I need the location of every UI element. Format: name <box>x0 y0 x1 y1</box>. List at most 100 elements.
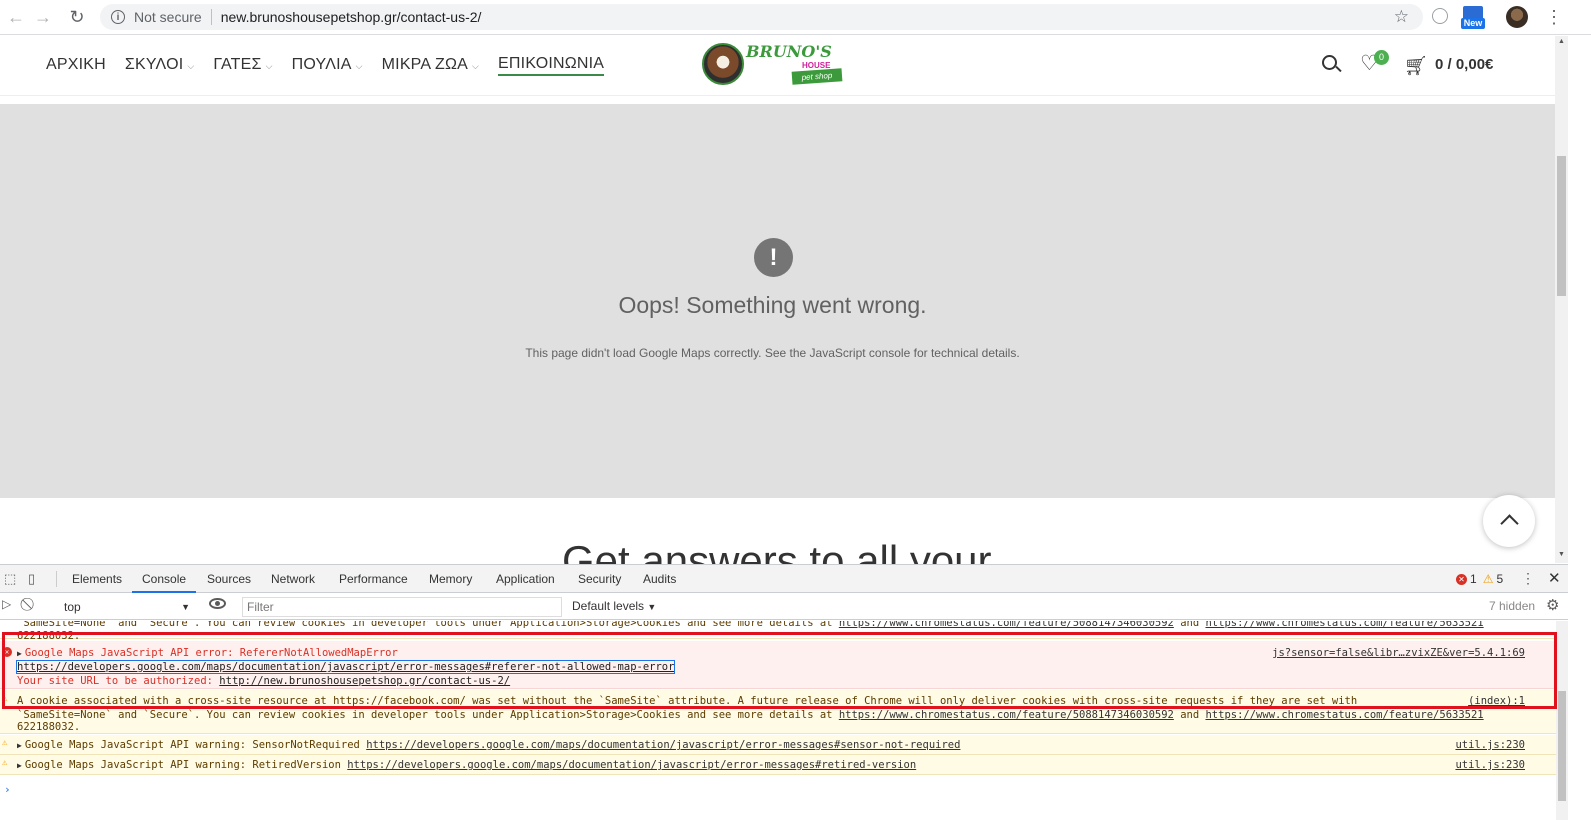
error-icon: ✕ <box>1456 573 1467 585</box>
chevron-down-icon: ⌵ <box>472 61 480 71</box>
nav-item-label: ΣΚΥΛΟΙ <box>124 56 184 73</box>
extension-new-label: New <box>1461 18 1485 29</box>
chevron-up-icon <box>1499 514 1519 533</box>
search-icon[interactable] <box>1320 53 1342 75</box>
expand-triangle-icon[interactable]: ▶ <box>17 741 22 750</box>
tab-divider <box>56 571 57 587</box>
tab-performance[interactable]: Performance <box>339 565 408 593</box>
cart-total[interactable]: 0 / 0,00€ <box>1435 56 1493 73</box>
nav-item-cats[interactable]: ΓΑΤΕΣ ⌵ <box>213 54 272 76</box>
warning-icon: ⚠ <box>1482 572 1494 586</box>
expand-triangle-icon[interactable]: ▶ <box>17 761 22 770</box>
context-value: top <box>64 600 81 614</box>
tab-console[interactable]: Console <box>132 565 197 593</box>
cart-icon[interactable]: 🛒︎ <box>1404 54 1428 78</box>
context-selector[interactable]: top ▼ <box>58 597 194 617</box>
map-error-title: Oops! Something went wrong. <box>618 292 927 318</box>
console-warning-message[interactable]: ⚠ ▶ Google Maps JavaScript API warning: R… <box>0 755 1556 775</box>
dropdown-arrow-icon: ▼ <box>181 602 190 612</box>
page-scrollbar[interactable]: ▲ ▼ <box>1555 36 1568 563</box>
console-scrollbar-thumb[interactable] <box>1558 691 1566 801</box>
search-handle <box>1335 65 1342 73</box>
logo-petshop-text: pet shop <box>791 68 843 85</box>
section-heading: Get answers to all your <box>562 540 992 564</box>
message-text: `SameSite=None` and `Secure`. You can re… <box>17 621 833 629</box>
nav-item-home[interactable]: ΑΡΧΙΚΗ <box>46 54 106 76</box>
close-icon[interactable]: ✕ <box>1548 569 1561 587</box>
console-warning-message[interactable]: ⚠ ▶ Google Maps JavaScript API warning: S… <box>0 735 1556 755</box>
console-text-line: `SameSite=None` and `Secure`. You can re… <box>17 621 1484 629</box>
message-text: 622188032. <box>17 721 81 733</box>
gear-icon[interactable]: ⚙ <box>1546 596 1559 614</box>
error-count: 1 <box>1470 572 1477 586</box>
error-highlight-box <box>2 632 1557 709</box>
tab-sources[interactable]: Sources <box>207 565 251 593</box>
reload-icon[interactable]: ↻ <box>66 6 88 28</box>
site-logo[interactable]: BRUNO'S HOUSE pet shop <box>702 42 843 90</box>
tab-network[interactable]: Network <box>271 565 315 593</box>
tab-application[interactable]: Application <box>496 565 555 593</box>
hidden-messages-count: 7 hidden <box>1489 599 1536 613</box>
map-error-description: This page didn't load Google Maps correc… <box>525 346 1020 360</box>
back-arrow-icon[interactable]: ← <box>5 6 27 28</box>
chevron-down-icon: ⌵ <box>355 61 363 71</box>
source-link[interactable]: util.js:230 <box>1455 739 1525 751</box>
nav-item-birds[interactable]: ΠΟΥΛΙΑ ⌵ <box>292 54 363 76</box>
site-header: ΑΡΧΙΚΗ ΣΚΥΛΟΙ ⌵ ΓΑΤΕΣ ⌵ ΠΟΥΛΙΑ ⌵ ΜΙΚΡΑ ΖΩΑ ⌵… <box>0 36 1555 96</box>
url-text[interactable]: new.brunoshousepetshop.gr/contact-us-2/ <box>221 9 482 25</box>
nav-item-label: ΠΟΥΛΙΑ <box>291 56 352 73</box>
wishlist-count-badge: 0 <box>1374 50 1389 65</box>
dog-logo-icon <box>702 43 744 85</box>
tab-security[interactable]: Security <box>578 565 621 593</box>
console-link[interactable]: https://developers.google.com/maps/docum… <box>347 759 916 771</box>
message-text: and <box>1180 621 1200 629</box>
devtools-menu-icon[interactable]: ⋮ <box>1521 570 1535 587</box>
profile-avatar[interactable] <box>1506 6 1528 28</box>
browser-toolbar: ← → ↻ i Not secure new.brunoshousepetsho… <box>0 0 1591 35</box>
tab-audits[interactable]: Audits <box>643 565 676 593</box>
issue-counter[interactable]: ✕ 1 ⚠ 5 <box>1456 572 1503 586</box>
main-navigation: ΑΡΧΙΚΗ ΣΚΥΛΟΙ ⌵ ΓΑΤΕΣ ⌵ ΠΟΥΛΙΑ ⌵ ΜΙΚΡΑ ΖΩΑ ⌵… <box>46 54 623 76</box>
console-link[interactable]: https://www.chromestatus.com/feature/563… <box>1205 621 1483 629</box>
info-icon[interactable]: i <box>111 10 125 24</box>
forward-arrow-icon[interactable]: → <box>32 6 54 28</box>
console-link[interactable]: https://www.chromestatus.com/feature/508… <box>839 709 1174 721</box>
device-toolbar-icon[interactable]: ▯ <box>28 571 35 587</box>
nav-item-contact[interactable]: ΕΠΙΚΟΙΝΩΝΙΑ <box>498 54 605 76</box>
console-link[interactable]: https://www.chromestatus.com/feature/508… <box>839 621 1174 629</box>
scroll-down-icon[interactable]: ▼ <box>1558 551 1565 558</box>
globe-extension-icon[interactable] <box>1432 8 1448 24</box>
console-text-line: ▶ Google Maps JavaScript API warning: Sen… <box>17 739 960 751</box>
nav-item-small-animals[interactable]: ΜΙΚΡΑ ΖΩΑ ⌵ <box>382 54 479 76</box>
inspect-element-icon[interactable]: ⬚ <box>4 571 16 587</box>
source-link[interactable]: util.js:230 <box>1455 759 1525 771</box>
nav-item-dogs[interactable]: ΣΚΥΛΟΙ ⌵ <box>125 54 195 76</box>
tab-memory[interactable]: Memory <box>429 565 472 593</box>
console-prompt[interactable]: › <box>4 783 11 796</box>
omnibox-divider <box>210 9 212 25</box>
tab-elements[interactable]: Elements <box>72 565 122 593</box>
log-levels-dropdown[interactable]: Default levels ▼ <box>572 599 656 613</box>
message-text: and <box>1180 709 1200 721</box>
address-bar[interactable]: i Not secure new.brunoshousepetshop.gr/c… <box>100 4 1423 30</box>
warning-icon: ⚠ <box>2 738 8 748</box>
sidebar-toggle-icon[interactable]: ▷ <box>2 597 11 611</box>
console-link[interactable]: https://www.chromestatus.com/feature/563… <box>1205 709 1483 721</box>
scroll-up-icon[interactable]: ▲ <box>1558 38 1565 45</box>
console-filter-input[interactable] <box>242 597 562 617</box>
console-link[interactable]: https://developers.google.com/maps/docum… <box>366 739 960 751</box>
console-scrollbar[interactable] <box>1556 621 1568 820</box>
message-text: Google Maps JavaScript API warning: Sens… <box>24 739 360 751</box>
live-expression-eye-icon[interactable] <box>209 598 226 609</box>
bookmark-star-icon[interactable]: ☆ <box>1394 7 1409 27</box>
not-secure-label: Not secure <box>134 9 202 25</box>
chevron-down-icon: ⌵ <box>265 61 273 71</box>
new-extension-icon[interactable]: New <box>1461 6 1485 30</box>
scroll-to-top-button[interactable] <box>1483 495 1535 547</box>
console-text-line: `SameSite=None` and `Secure`. You can re… <box>17 709 1484 721</box>
browser-menu-icon[interactable]: ⋮ <box>1545 5 1563 29</box>
nav-item-label: ΜΙΚΡΑ ΖΩΑ <box>381 56 469 73</box>
page-scrollbar-thumb[interactable] <box>1557 156 1566 296</box>
message-text: Google Maps JavaScript API warning: Reti… <box>24 759 341 771</box>
google-map-error-panel: ! Oops! Something went wrong. This page … <box>0 104 1555 498</box>
